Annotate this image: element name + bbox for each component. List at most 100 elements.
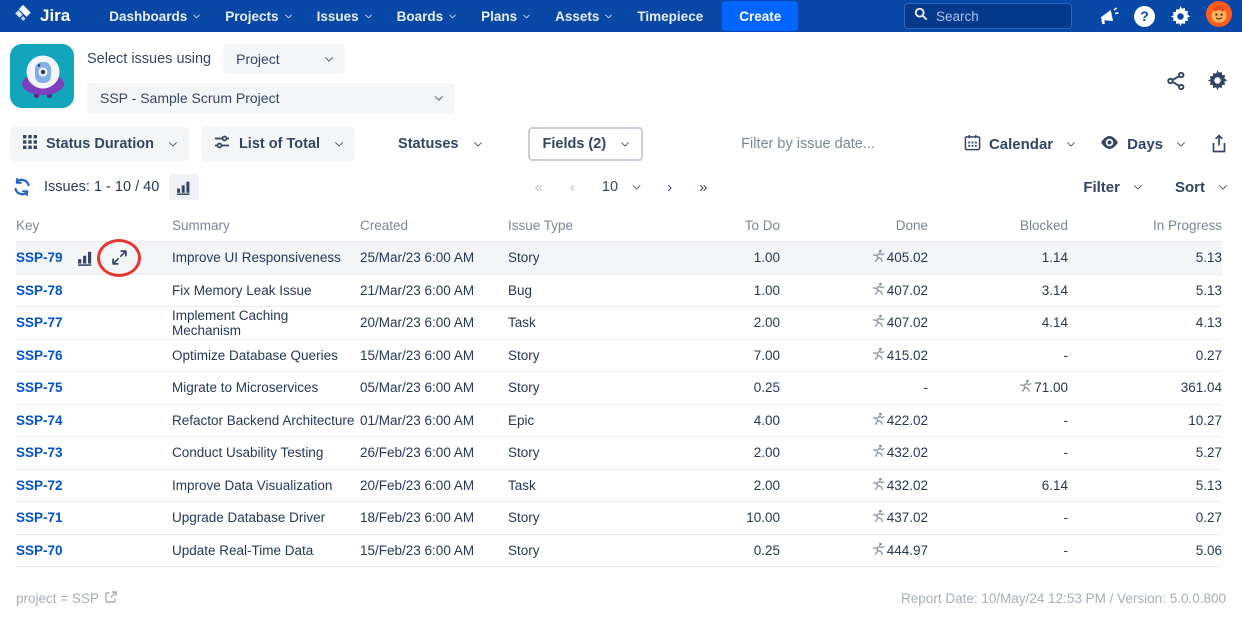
row-expand-icon[interactable] — [111, 249, 128, 266]
cell-issue-type: Story — [508, 241, 628, 274]
nav-item-boards[interactable]: Boards — [384, 0, 469, 32]
nav-item-plans[interactable]: Plans — [468, 0, 542, 32]
table-row[interactable]: SSP-77 Implement Caching Mechanism 20/Ma… — [16, 306, 1222, 339]
issue-key-link[interactable]: SSP-75 — [16, 380, 63, 395]
sort-dropdown[interactable]: Sort — [1175, 179, 1228, 196]
cell-done: 432.02 — [780, 468, 928, 502]
cell-done: 422.02 — [780, 403, 928, 437]
fields-dropdown[interactable]: Fields (2) — [527, 127, 644, 161]
issue-key-link[interactable]: SSP-70 — [16, 543, 63, 558]
column-header-key[interactable]: Key — [16, 209, 172, 242]
cell-summary: Upgrade Database Driver — [172, 501, 360, 534]
nav-item-issues[interactable]: Issues — [304, 0, 384, 32]
cell-summary: Implement Caching Mechanism — [172, 306, 360, 339]
export-icon[interactable] — [1210, 134, 1228, 154]
share-icon[interactable] — [1166, 70, 1186, 91]
cell-todo: 10.00 — [628, 501, 780, 534]
column-header-blocked[interactable]: Blocked — [928, 209, 1068, 242]
nav-item-dashboards[interactable]: Dashboards — [96, 0, 212, 32]
cell-in-progress: 5.13 — [1068, 273, 1222, 307]
cell-blocked: - — [928, 436, 1068, 469]
cell-blocked: - — [928, 501, 1068, 534]
column-header-done[interactable]: Done — [780, 209, 928, 242]
nav-item-assets[interactable]: Assets — [542, 0, 624, 32]
calendar-dropdown[interactable]: Calendar — [964, 134, 1076, 155]
column-header-in-progress[interactable]: In Progress — [1068, 209, 1222, 242]
cell-summary: Improve Data Visualization — [172, 468, 360, 502]
statuses-dropdown[interactable]: Statuses — [385, 127, 493, 161]
issue-key-link[interactable]: SSP-76 — [16, 348, 63, 363]
cell-summary: Improve UI Responsiveness — [172, 241, 360, 274]
filter-value: Filter — [1083, 178, 1120, 196]
top-navigation-bar: Jira Dashboards Projects Issues Boards Plans… — [0, 0, 1242, 32]
table-row[interactable]: SSP-71 Upgrade Database Driver 18/Feb/23… — [16, 501, 1222, 534]
table-row[interactable]: SSP-72 Improve Data Visualization 20/Feb… — [16, 468, 1222, 502]
filter-dropdown[interactable]: Filter — [1083, 178, 1143, 196]
column-header-created[interactable]: Created — [360, 209, 508, 242]
cell-created: 15/Feb/23 6:00 AM — [360, 533, 508, 567]
settings-gear-icon[interactable] — [1170, 5, 1191, 27]
cell-done: 415.02 — [780, 338, 928, 372]
search-input[interactable] — [936, 8, 1054, 24]
table-row[interactable]: SSP-79 Improve UI Responsiveness 25/Mar/… — [16, 238, 1222, 277]
report-date-label: Report Date: 10/May/24 12:53 PM / Versio… — [901, 591, 1226, 606]
issue-key-link[interactable]: SSP-71 — [16, 510, 63, 525]
search-box[interactable] — [904, 3, 1072, 29]
last-page-button[interactable]: » — [699, 179, 707, 196]
jql-query-label: project = SSP — [16, 591, 99, 606]
issue-key-link[interactable]: SSP-72 — [16, 478, 63, 493]
nav-item-timepiece[interactable]: Timepiece — [624, 0, 716, 32]
table-header-row: Key Summary Created Issue Type To Do Done Bloc… — [16, 209, 1222, 242]
first-page-button[interactable]: « — [535, 179, 543, 196]
nav-item-projects[interactable]: Projects — [212, 0, 303, 32]
cell-in-progress: 0.27 — [1068, 338, 1222, 372]
cell-summary: Optimize Database Queries — [172, 338, 360, 372]
issues-table: Key Summary Created Issue Type To Do Done Bloc… — [16, 209, 1222, 567]
cell-issue-type: Task — [508, 306, 628, 339]
column-header-issue-type[interactable]: Issue Type — [508, 209, 628, 242]
issues-table-wrap: Key Summary Created Issue Type To Do Done Bloc… — [0, 207, 1242, 567]
table-row[interactable]: SSP-75 Migrate to Microservices 05/Mar/2… — [16, 371, 1222, 404]
next-page-button[interactable]: › — [667, 179, 672, 196]
nav-item-label: Boards — [396, 8, 444, 24]
chart-view-button[interactable] — [169, 174, 200, 200]
jql-query-link[interactable]: project = SSP — [16, 590, 118, 607]
issue-source-dropdown[interactable]: Project — [223, 44, 346, 74]
cell-todo: 2.00 — [628, 468, 780, 502]
sprint-runner-icon — [871, 249, 885, 266]
project-dropdown[interactable]: SSP - Sample Scrum Project — [87, 83, 455, 113]
table-row[interactable]: SSP-76 Optimize Database Queries 15/Mar/… — [16, 338, 1222, 372]
issue-key-link[interactable]: SSP-79 — [16, 250, 63, 265]
cell-created: 21/Mar/23 6:00 AM — [360, 273, 508, 307]
row-chart-icon[interactable] — [77, 250, 95, 266]
list-mode-dropdown[interactable]: List of Total — [200, 127, 356, 161]
table-row[interactable]: SSP-73 Conduct Usability Testing 26/Feb/… — [16, 436, 1222, 469]
fields-value: Fields (2) — [542, 136, 607, 152]
column-header-summary[interactable]: Summary — [172, 209, 360, 242]
table-row[interactable]: SSP-74 Refactor Backend Architecture 01/… — [16, 403, 1222, 437]
previous-page-button[interactable]: ‹ — [570, 179, 575, 196]
issues-tbody: SSP-79 Improve UI Responsiveness 25/Mar/… — [16, 238, 1222, 567]
cell-in-progress: 10.27 — [1068, 403, 1222, 437]
issue-key-link[interactable]: SSP-73 — [16, 445, 63, 460]
create-button[interactable]: Create — [722, 1, 799, 31]
jira-logo[interactable]: Jira — [12, 3, 70, 29]
report-settings-gear-icon[interactable] — [1207, 70, 1228, 91]
table-row[interactable]: SSP-70 Update Real-Time Data 15/Feb/23 6… — [16, 533, 1222, 567]
user-avatar[interactable] — [1206, 0, 1232, 32]
issue-key-link[interactable]: SSP-78 — [16, 283, 63, 298]
announcements-icon[interactable] — [1097, 5, 1119, 27]
column-header-to-do[interactable]: To Do — [628, 209, 780, 242]
issue-date-filter-input[interactable] — [741, 136, 952, 152]
cell-blocked: 71.00 — [928, 371, 1068, 404]
issue-key-link[interactable]: SSP-77 — [16, 315, 63, 330]
issue-key-link[interactable]: SSP-74 — [16, 413, 63, 428]
table-row[interactable]: SSP-78 Fix Memory Leak Issue 21/Mar/23 6… — [16, 273, 1222, 307]
refresh-icon[interactable] — [12, 177, 32, 197]
time-unit-dropdown[interactable]: Days — [1100, 133, 1186, 156]
page-size-dropdown[interactable]: 10 — [602, 179, 642, 195]
chevron-down-icon — [449, 11, 457, 19]
cell-done: 407.02 — [780, 273, 928, 307]
help-icon[interactable]: ? — [1134, 5, 1155, 27]
view-type-dropdown[interactable]: Status Duration — [10, 127, 189, 161]
